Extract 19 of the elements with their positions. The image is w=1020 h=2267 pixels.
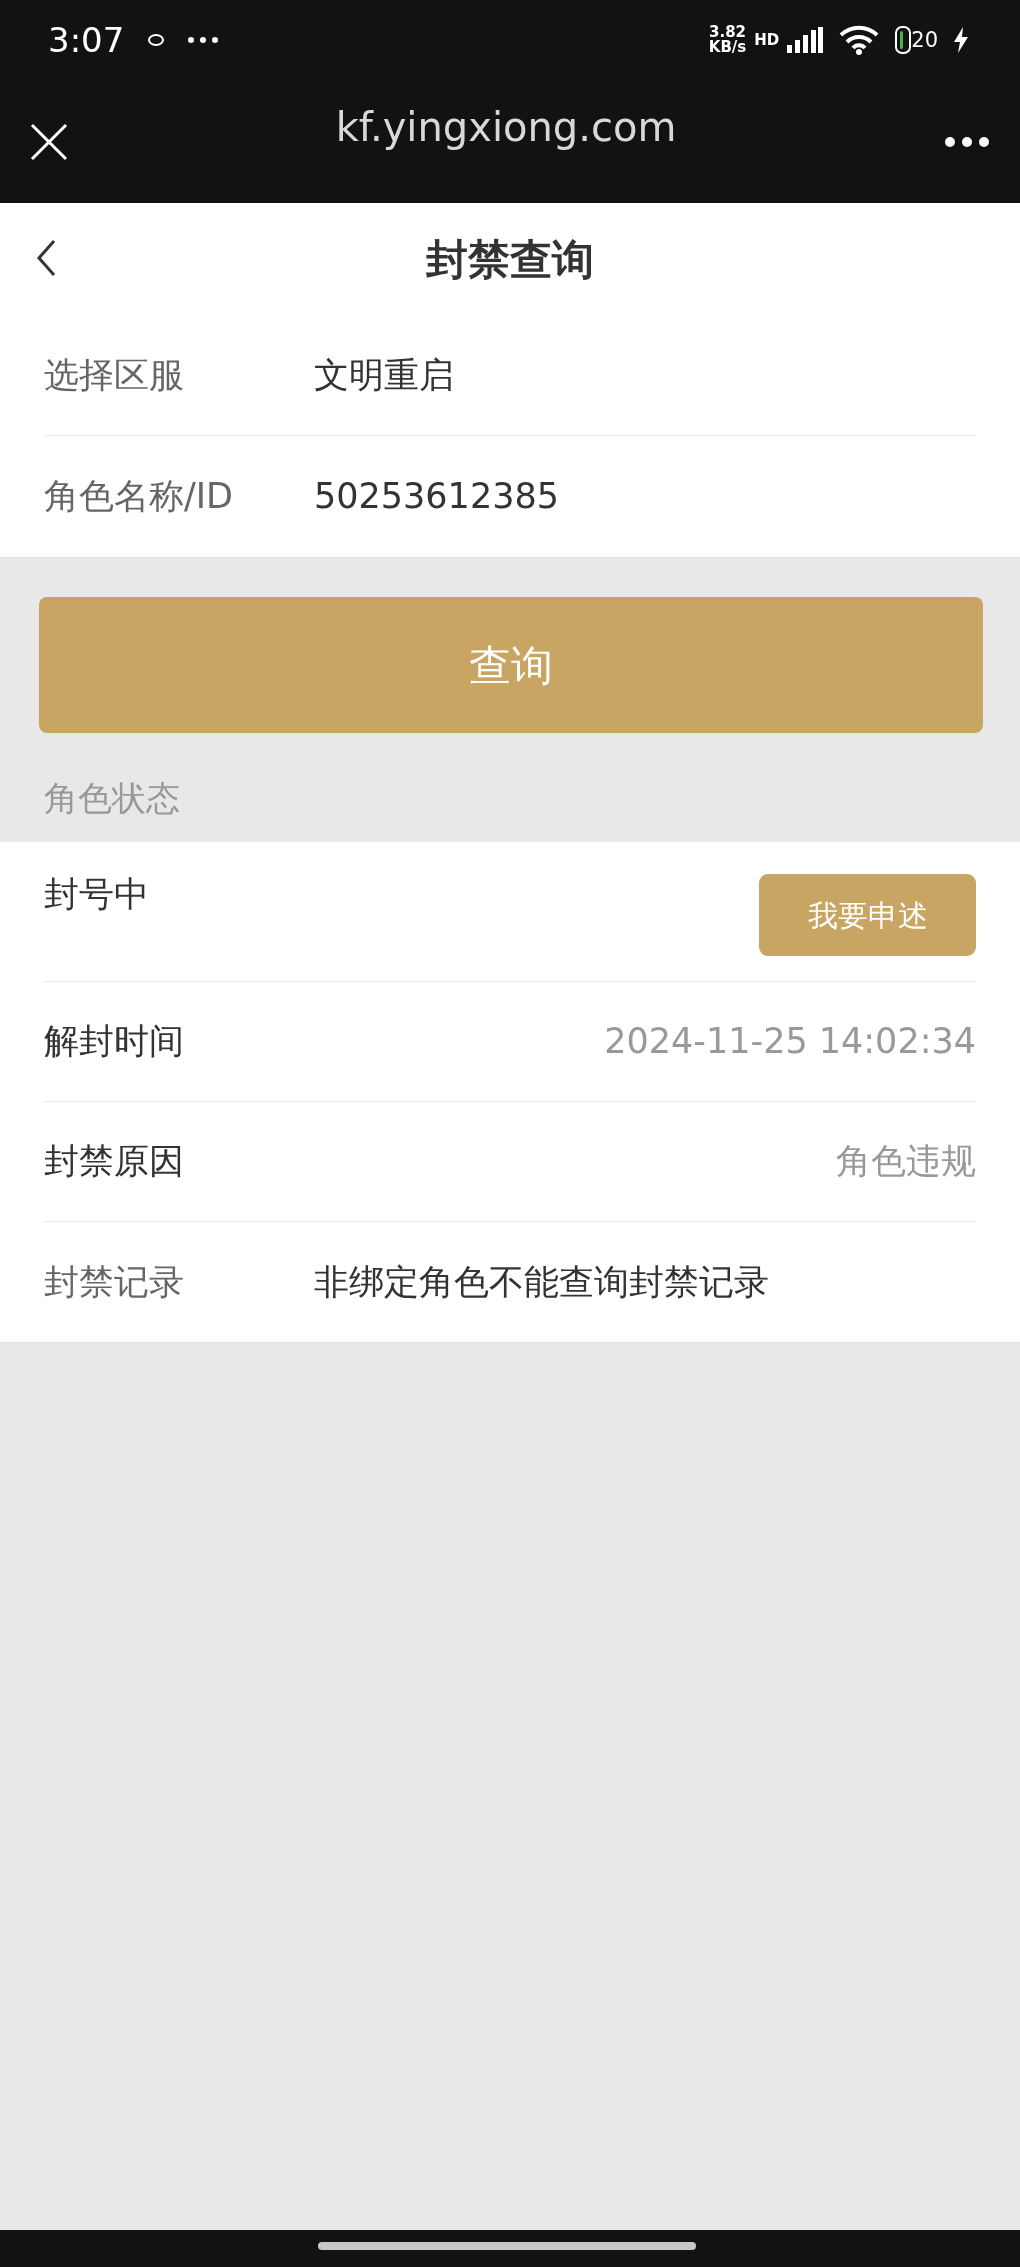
- status-value: 2024-11-25 14:02:34: [604, 1020, 976, 1064]
- field-value[interactable]: 50253612385: [314, 470, 559, 523]
- status-label: 封禁记录: [44, 1260, 185, 1304]
- status-time: 3:07: [48, 18, 125, 62]
- status-note: 非绑定角色不能查询封禁记录: [314, 1260, 769, 1304]
- field-label: 角色名称/ID: [44, 475, 235, 519]
- net-speed-unit: KB/s: [708, 40, 747, 55]
- status-value: 角色违规: [836, 1140, 976, 1184]
- page-title: 封禁查询: [426, 233, 594, 286]
- battery-level: 20: [911, 29, 938, 51]
- field-label: 选择区服: [44, 353, 185, 397]
- net-speed: 3.82: [709, 25, 746, 40]
- section-title: 角色状态: [43, 777, 181, 820]
- status-label: 封号中: [44, 873, 149, 916]
- network-type: HD: [754, 32, 780, 48]
- status-label: 解封时间: [44, 1020, 184, 1064]
- page-url: kf.yingxiong.com: [335, 102, 677, 152]
- field-value[interactable]: 文明重启: [314, 348, 454, 402]
- status-label: 封禁原因: [44, 1140, 184, 1184]
